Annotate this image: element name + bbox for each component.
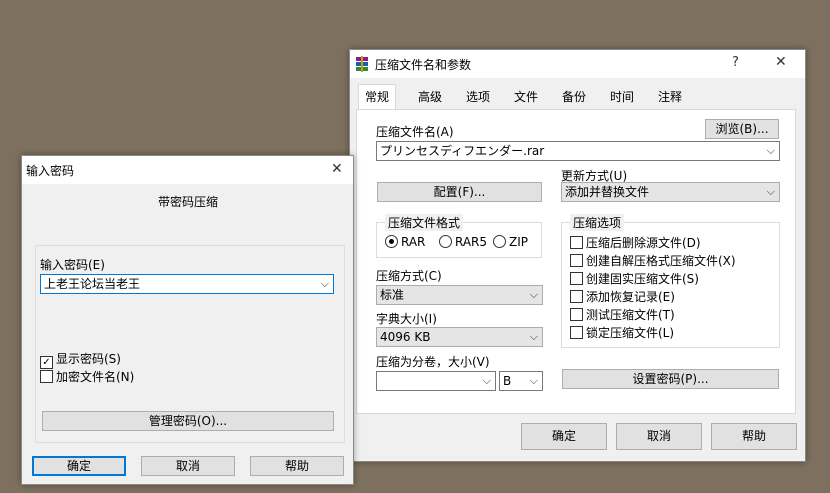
checkbox-icon[interactable] <box>570 254 583 267</box>
general-tab-panel: 压缩文件名(A) 浏览(B)... プリンセスディフエンダー.rar ⌵ 更新方… <box>356 109 796 414</box>
radio-icon[interactable] <box>493 235 506 248</box>
update-mode-select[interactable]: 添加并替换文件 ⌵ <box>561 182 780 202</box>
chevron-down-icon[interactable]: ⌵ <box>530 372 538 390</box>
radio-icon[interactable] <box>439 235 452 248</box>
password-dialog: 输入密码 ✕ 带密码压缩 输入密码(E) 上老王论坛当老王 ⌵ ✓ 显示密码(S)… <box>21 155 354 485</box>
archive-name-input[interactable]: プリンセスディフエンダー.rar ⌵ <box>376 141 780 161</box>
split-unit-value: B <box>503 374 512 388</box>
close-icon[interactable]: ✕ <box>775 54 787 70</box>
compression-method-label: 压缩方式(C) <box>376 269 442 283</box>
dictionary-size-select[interactable]: 4096 KB ⌵ <box>376 327 543 347</box>
tab-time[interactable]: 时间 <box>604 86 640 108</box>
cancel-button[interactable]: 取消 <box>141 456 235 476</box>
browse-button[interactable]: 浏览(B)... <box>705 119 779 139</box>
help-button[interactable]: 帮助 <box>250 456 344 476</box>
chevron-down-icon[interactable]: ⌵ <box>530 328 538 346</box>
tab-files[interactable]: 文件 <box>508 86 544 108</box>
archive-format-group: 压缩文件格式 RAR RAR5 ZIP <box>376 214 542 258</box>
checkbox-icon[interactable] <box>570 236 583 249</box>
split-volumes-label: 压缩为分卷，大小(V) <box>376 355 490 369</box>
chevron-down-icon[interactable]: ⌵ <box>767 142 775 160</box>
tab-options[interactable]: 选项 <box>460 86 496 108</box>
compression-method-value: 标准 <box>380 288 405 302</box>
cancel-button[interactable]: 取消 <box>616 423 702 450</box>
archive-format-group-label: 压缩文件格式 <box>385 214 464 231</box>
split-volumes-input[interactable]: ⌵ <box>376 371 496 391</box>
set-password-button[interactable]: 设置密码(P)... <box>562 369 779 389</box>
help-button[interactable]: 帮助 <box>711 423 797 450</box>
ok-button[interactable]: 确定 <box>521 423 607 450</box>
radio-selected-icon[interactable] <box>385 235 398 248</box>
checkbox-icon[interactable] <box>570 308 583 321</box>
encrypt-filenames-checkbox[interactable]: 加密文件名(N) <box>40 368 134 385</box>
compression-method-select[interactable]: 标准 ⌵ <box>376 285 543 305</box>
checkbox-icon[interactable] <box>570 272 583 285</box>
format-radio-rar[interactable]: RAR <box>385 235 425 249</box>
format-radio-zip[interactable]: ZIP <box>493 235 528 249</box>
option-create-sfx[interactable]: 创建自解压格式压缩文件(X) <box>570 252 736 269</box>
tab-advanced[interactable]: 高级 <box>412 86 448 108</box>
archive-name-value: プリンセスディフエンダー.rar <box>380 144 545 158</box>
archive-name-label: 压缩文件名(A) <box>376 125 454 139</box>
password-panel: 输入密码(E) 上老王论坛当老王 ⌵ ✓ 显示密码(S) 加密文件名(N) 管理密… <box>35 245 345 443</box>
archive-options-group: 压缩选项 压缩后删除源文件(D) 创建自解压格式压缩文件(X) 创建固实压缩文件… <box>561 214 780 348</box>
update-mode-value: 添加并替换文件 <box>565 185 650 199</box>
chevron-down-icon[interactable]: ⌵ <box>767 183 775 201</box>
ok-button[interactable]: 确定 <box>32 456 126 476</box>
checkbox-icon[interactable] <box>570 326 583 339</box>
dictionary-size-value: 4096 KB <box>380 330 431 344</box>
password-dialog-titlebar[interactable]: 输入密码 ✕ <box>22 156 353 184</box>
option-lock-archive[interactable]: 锁定压缩文件(L) <box>570 324 674 341</box>
archive-dialog: 压缩文件名和参数 ? ✕ 常规 高级 选项 文件 备份 时间 注释 压缩文件名(… <box>349 49 806 462</box>
format-radio-rar5[interactable]: RAR5 <box>439 235 487 249</box>
option-solid-archive[interactable]: 创建固实压缩文件(S) <box>570 270 699 287</box>
password-value: 上老王论坛当老王 <box>44 277 141 291</box>
checkbox-icon[interactable] <box>570 290 583 303</box>
tab-general[interactable]: 常规 <box>358 84 397 110</box>
chevron-down-icon[interactable]: ⌵ <box>483 372 491 390</box>
organize-passwords-button[interactable]: 管理密码(O)... <box>42 411 334 431</box>
close-icon[interactable]: ✕ <box>331 161 343 177</box>
password-dialog-title: 输入密码 <box>26 164 75 178</box>
show-password-checkbox[interactable]: ✓ 显示密码(S) <box>40 350 121 369</box>
split-unit-select[interactable]: B ⌵ <box>499 371 543 391</box>
archive-dialog-title: 压缩文件名和参数 <box>375 58 472 72</box>
password-input[interactable]: 上老王论坛当老王 ⌵ <box>40 274 334 294</box>
enter-password-label: 输入密码(E) <box>40 258 105 272</box>
password-dialog-heading: 带密码压缩 <box>158 195 219 209</box>
profiles-button[interactable]: 配置(F)... <box>377 182 542 202</box>
dictionary-size-label: 字典大小(I) <box>376 312 437 326</box>
archive-dialog-titlebar[interactable]: 压缩文件名和参数 ? ✕ <box>350 50 805 78</box>
tab-strip: 常规 高级 选项 文件 备份 时间 注释 <box>356 84 796 110</box>
option-delete-after[interactable]: 压缩后删除源文件(D) <box>570 234 701 251</box>
archive-options-group-label: 压缩选项 <box>570 214 625 231</box>
chevron-down-icon[interactable]: ⌵ <box>530 286 538 304</box>
help-icon[interactable]: ? <box>732 55 739 70</box>
option-test-files[interactable]: 测试压缩文件(T) <box>570 306 675 323</box>
option-recovery-record[interactable]: 添加恢复记录(E) <box>570 288 675 305</box>
winrar-books-icon <box>355 56 369 72</box>
checkbox-icon[interactable] <box>40 370 53 383</box>
tab-backup[interactable]: 备份 <box>556 86 592 108</box>
tab-comment[interactable]: 注释 <box>652 86 688 108</box>
chevron-down-icon[interactable]: ⌵ <box>321 275 329 293</box>
